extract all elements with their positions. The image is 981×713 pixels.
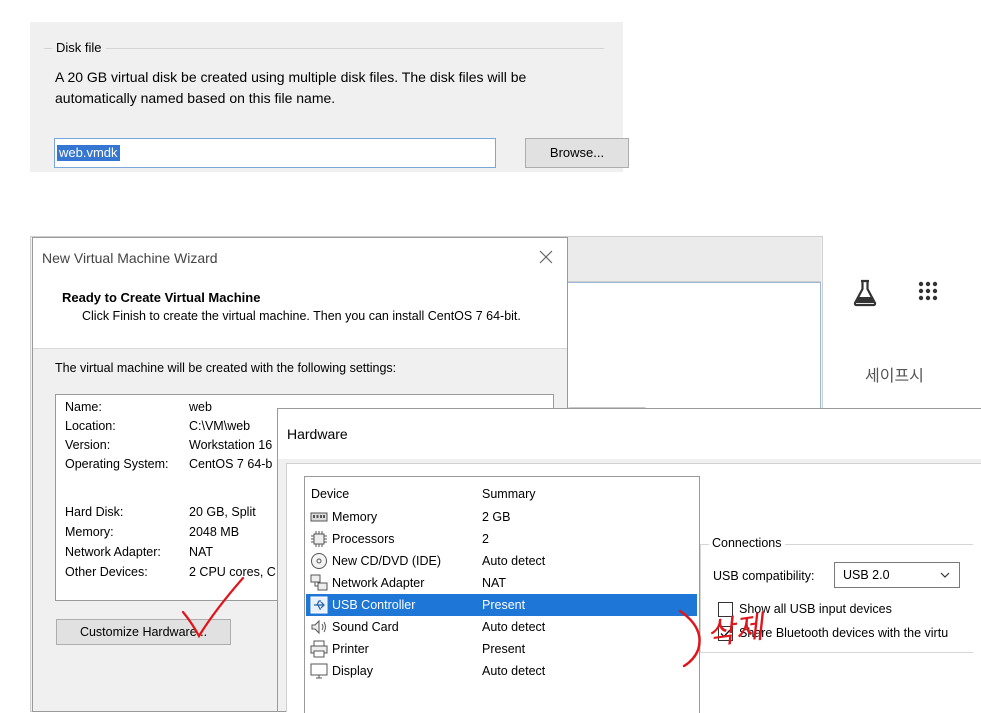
device-name: Printer [332,642,369,656]
device-name: New CD/DVD (IDE) [332,554,442,568]
background-content-pane [567,282,821,409]
device-row-usb-controller[interactable]: USB Controller Present [306,594,697,616]
background-topbar [567,237,821,282]
device-row-network-adapter[interactable]: Network Adapter NAT [306,572,697,594]
device-summary: Present [482,642,526,656]
memory-icon [310,512,328,522]
disk-file-panel: Disk file A 20 GB virtual disk be create… [30,22,629,173]
setting-value: 2 CPU cores, C [189,565,276,579]
device-name: Display [332,664,373,678]
setting-label: Memory: [65,525,114,539]
setting-value: 2048 MB [189,525,240,539]
usb-compatibility-value: USB 2.0 [843,568,890,582]
device-name: USB Controller [332,598,416,612]
wizard-title: New Virtual Machine Wizard [42,250,218,266]
device-column-header[interactable]: Device [311,487,349,501]
chevron-down-icon [940,572,950,578]
app-grid-icon[interactable] [918,281,938,301]
device-summary: Auto detect [482,554,546,568]
close-icon[interactable] [535,246,557,268]
share-bluetooth-checkbox[interactable] [718,626,733,641]
device-row-sound-card[interactable]: Sound Card Auto detect [306,616,697,638]
device-row-display[interactable]: Display Auto detect [306,660,697,682]
device-summary: 2 [482,532,489,546]
disk-file-group: Disk file A 20 GB virtual disk be create… [44,40,629,173]
wizard-heading: Ready to Create Virtual Machine [62,290,261,305]
device-row-processors[interactable]: Processors 2 [306,528,697,550]
summary-column-header[interactable]: Summary [482,487,535,501]
device-name: Network Adapter [332,576,425,590]
hardware-body: Device Summary Memory 2 GB Processors 2 [286,463,981,713]
hardware-titlebar: Hardware [278,409,981,459]
sound-card-icon [311,619,326,635]
device-summary: 2 GB [482,510,511,524]
device-row-cd-dvd[interactable]: New CD/DVD (IDE) Auto detect [306,550,697,572]
setting-label: Version: [65,438,111,452]
setting-value: web [189,400,212,414]
setting-label: Operating System: [65,457,169,471]
disk-filename-input[interactable]: web.vmdk [54,138,496,168]
device-row-memory[interactable]: Memory 2 GB [306,506,697,528]
cd-dvd-icon [311,553,327,569]
device-name: Sound Card [332,620,399,634]
setting-value: Workstation 16 [189,438,273,452]
checkmark-icon [720,629,731,638]
display-icon [310,663,328,679]
share-bluetooth-label: Share Bluetooth devices with the virtu [739,626,949,640]
device-summary: NAT [482,576,507,590]
customize-hardware-button[interactable]: Customize Hardware... [56,619,231,645]
setting-label: Hard Disk: [65,505,124,519]
wizard-header: Ready to Create Virtual Machine Click Fi… [33,278,567,349]
device-name: Memory [332,510,378,524]
network-adapter-icon [310,574,328,591]
connections-group: Connections USB compatibility: USB 2.0 S… [700,536,973,653]
setting-value: C:\VM\web [189,419,251,433]
wizard-subtext: Click Finish to create the virtual machi… [82,309,521,323]
wizard-titlebar: New Virtual Machine Wizard [33,238,567,278]
disk-filename-value: web.vmdk [57,145,120,161]
setting-value: NAT [189,545,214,559]
show-all-usb-checkbox[interactable] [718,602,733,617]
hardware-title: Hardware [287,426,348,442]
device-summary: Auto detect [482,620,546,634]
device-summary: Present [482,598,526,612]
device-list: Device Summary Memory 2 GB Processors 2 [304,476,700,713]
connections-legend: Connections [709,536,785,550]
setting-label: Other Devices: [65,565,148,579]
usb-controller-icon [310,596,328,614]
background-korean-label: 세이프시 [865,368,924,385]
flask-icon[interactable] [850,278,880,308]
usb-compatibility-label: USB compatibility: [713,569,815,583]
browse-button[interactable]: Browse... [525,138,629,168]
usb-compatibility-select[interactable]: USB 2.0 [834,562,960,588]
wizard-intro-text: The virtual machine will be created with… [55,361,397,375]
hardware-dialog: Hardware Device Summary Memory 2 GB Proc [277,408,981,713]
device-name: Processors [332,532,395,546]
processor-icon [311,531,327,547]
device-summary: Auto detect [482,664,546,678]
setting-label: Location: [65,419,116,433]
printer-icon [310,640,328,658]
setting-label: Name: [65,400,102,414]
device-row-printer[interactable]: Printer Present [306,638,697,660]
setting-value: CentOS 7 64-b [189,457,273,471]
setting-value: 20 GB, Split [189,505,256,519]
show-all-usb-label: Show all USB input devices [739,602,892,616]
disk-file-description: A 20 GB virtual disk be created using mu… [55,69,527,106]
disk-file-legend: Disk file [52,40,106,55]
setting-label: Network Adapter: [65,545,161,559]
